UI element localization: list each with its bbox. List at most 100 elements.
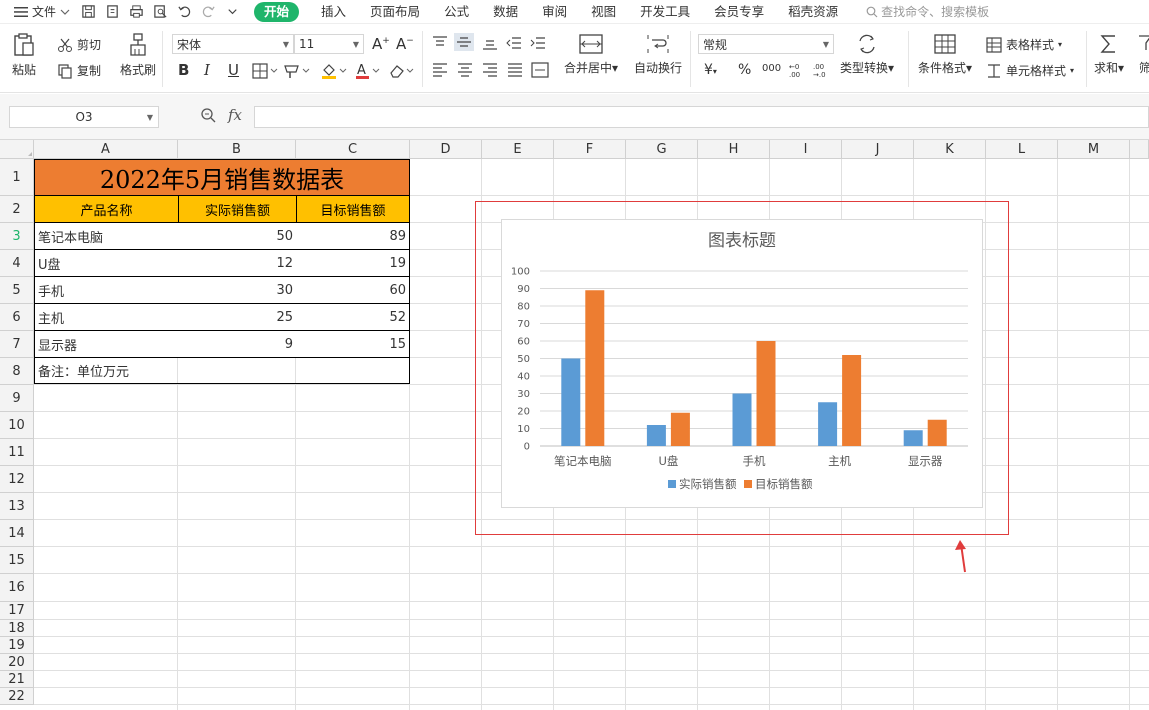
row-header[interactable]: 14 [0, 520, 34, 547]
column-header[interactable]: G [626, 140, 698, 159]
product-name-cell[interactable]: 显示器 [34, 331, 179, 358]
table-style-button[interactable]: 表格样式 ▾ [986, 36, 1062, 53]
column-header[interactable]: H [698, 140, 770, 159]
sum-button[interactable]: 求和▾ [1094, 33, 1124, 76]
row-header[interactable]: 16 [0, 574, 34, 602]
column-header[interactable]: J [842, 140, 914, 159]
clear-eraser-icon[interactable] [388, 62, 416, 80]
column-header[interactable]: F [554, 140, 626, 159]
borders-icon[interactable] [252, 63, 278, 79]
italic-button[interactable]: I [204, 61, 210, 79]
column-header[interactable]: C [296, 140, 410, 159]
column-header[interactable]: I [770, 140, 842, 159]
cell-style-brush-icon[interactable] [284, 63, 310, 79]
align-bottom-icon[interactable] [482, 36, 498, 50]
insert-function-button[interactable]: fx [228, 106, 242, 124]
tab-page-layout[interactable]: 页面布局 [358, 0, 432, 24]
target-sales-cell[interactable]: 89 [296, 223, 410, 250]
font-name-select[interactable]: 宋体 ▼ [172, 34, 294, 54]
print-preview-icon[interactable] [151, 4, 169, 20]
wrap-text-button[interactable]: 自动换行 [634, 33, 682, 76]
product-name-cell[interactable]: 笔记本电脑 [34, 223, 179, 250]
row-header[interactable]: 3 [0, 223, 34, 250]
product-name-cell[interactable]: 手机 [34, 277, 179, 304]
command-search[interactable]: 查找命令、搜索模板 [866, 3, 989, 20]
cell-style-button[interactable]: 单元格样式 ▾ [986, 62, 1074, 79]
actual-sales-cell[interactable]: 12 [178, 250, 297, 277]
increase-decimal-icon[interactable]: ←0.00 [788, 61, 806, 79]
row-header[interactable]: 19 [0, 637, 34, 654]
bar-chart[interactable]: 图表标题 0 10 20 30 40 50 60 70 80 90 100 笔记本电脑 U盘 手机 主机 显示器… [501, 219, 983, 508]
column-header[interactable]: L [986, 140, 1058, 159]
currency-button[interactable]: ¥▾ [704, 62, 717, 78]
align-left-icon[interactable] [432, 63, 448, 77]
sheet-title-cell[interactable]: 2022年5月销售数据表 [34, 159, 410, 196]
tab-member[interactable]: 会员专享 [702, 0, 776, 24]
column-header[interactable]: E [482, 140, 554, 159]
tab-review[interactable]: 审阅 [530, 0, 579, 24]
increase-indent-icon[interactable] [530, 36, 546, 50]
zoom-search-icon[interactable] [200, 107, 216, 123]
decrease-font-size-icon[interactable]: A− [396, 35, 414, 53]
increase-font-size-icon[interactable]: A+ [372, 35, 390, 53]
undo-icon[interactable] [175, 4, 193, 20]
redo-icon[interactable] [199, 4, 217, 20]
column-header[interactable]: B [178, 140, 296, 159]
tab-data[interactable]: 数据 [481, 0, 530, 24]
merge-center-button[interactable]: 合并居中▾ [564, 33, 618, 76]
target-sales-cell[interactable]: 19 [296, 250, 410, 277]
export-pdf-icon[interactable] [103, 4, 121, 20]
row-header[interactable]: 1 [0, 159, 34, 196]
header-cell-target[interactable]: 目标销售额 [296, 196, 410, 223]
bold-button[interactable]: B [178, 61, 189, 79]
tab-home[interactable]: 开始 [254, 1, 300, 22]
row-header[interactable]: 9 [0, 385, 34, 412]
row-header[interactable]: 8 [0, 358, 34, 385]
align-right-icon[interactable] [482, 63, 498, 77]
select-all-corner[interactable] [0, 140, 34, 159]
save-icon[interactable] [79, 4, 97, 20]
row-header[interactable]: 4 [0, 250, 34, 277]
header-cell-actual[interactable]: 实际销售额 [178, 196, 297, 223]
file-menu[interactable]: 文件 [0, 3, 76, 20]
row-header[interactable]: 12 [0, 466, 34, 493]
justify-icon[interactable] [507, 63, 523, 77]
row-header[interactable]: 11 [0, 439, 34, 466]
column-header[interactable]: A [34, 140, 178, 159]
actual-sales-cell[interactable]: 50 [178, 223, 297, 250]
row-header[interactable]: 10 [0, 412, 34, 439]
row-header[interactable]: 21 [0, 671, 34, 688]
formula-input[interactable] [254, 106, 1149, 128]
thousands-separator-button[interactable]: 000 [762, 63, 781, 74]
format-painter-button[interactable]: 格式刷 [120, 33, 156, 78]
row-header[interactable]: 18 [0, 620, 34, 637]
print-icon[interactable] [127, 4, 145, 20]
tab-docer-resources[interactable]: 稻壳资源 [776, 0, 850, 24]
decrease-indent-icon[interactable] [506, 36, 522, 50]
align-top-icon[interactable] [432, 36, 448, 50]
row-header[interactable]: 5 [0, 277, 34, 304]
spreadsheet-grid[interactable]: ABCDEFGHIJKLM 1 2 3 4 5 6 7 8 9 10 11 12 13 14 15 16 17 1… [0, 140, 1149, 710]
fill-color-icon[interactable] [320, 62, 348, 80]
actual-sales-cell[interactable]: 25 [178, 304, 297, 331]
target-sales-cell[interactable]: 15 [296, 331, 410, 358]
cut-button[interactable]: 剪切 [57, 36, 101, 53]
row-header[interactable]: 13 [0, 493, 34, 520]
header-cell-product[interactable]: 产品名称 [34, 196, 179, 223]
tab-formulas[interactable]: 公式 [432, 0, 481, 24]
row-header[interactable]: 20 [0, 654, 34, 671]
font-size-select[interactable]: 11 ▼ [294, 34, 364, 54]
note-cell[interactable]: 备注：单位万元 [34, 358, 410, 384]
font-color-icon[interactable]: A [354, 62, 382, 80]
percent-button[interactable]: % [738, 62, 751, 78]
decrease-decimal-icon[interactable]: .00 →.0 [812, 61, 830, 79]
copy-button[interactable]: 复制 [57, 62, 101, 79]
number-format-select[interactable]: 常规 ▼ [698, 34, 834, 54]
target-sales-cell[interactable]: 52 [296, 304, 410, 331]
product-name-cell[interactable]: 主机 [34, 304, 179, 331]
align-middle-icon[interactable] [454, 33, 474, 51]
tab-view[interactable]: 视图 [579, 0, 628, 24]
align-center-icon[interactable] [457, 63, 473, 77]
name-box[interactable]: O3 ▼ [9, 106, 159, 128]
tab-insert[interactable]: 插入 [309, 0, 358, 24]
